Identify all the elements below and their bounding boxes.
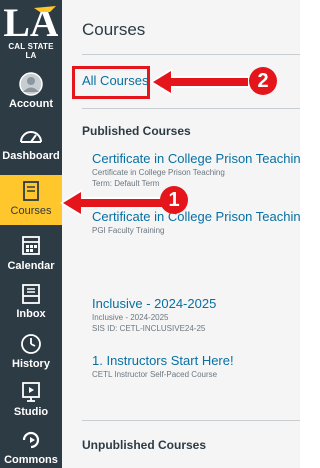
course-meta: PGI Faculty Training: [92, 226, 165, 235]
global-nav: LA CAL STATE LA Account Dashboard Course…: [0, 0, 62, 468]
all-courses-highlight-box: [72, 66, 150, 99]
tray-divider-mid: [82, 108, 300, 109]
nav-item-courses[interactable]: Courses: [0, 175, 62, 225]
course-item[interactable]: 1. Instructors Start Here! CETL Instruct…: [92, 353, 300, 380]
commons-share-icon: [22, 431, 40, 449]
history-clock-icon: [21, 334, 41, 354]
course-title[interactable]: Inclusive - 2024-2025: [92, 296, 300, 312]
annotation-arrow-2: [150, 68, 250, 96]
nav-item-dashboard[interactable]: Dashboard: [0, 120, 62, 166]
inbox-icon: [22, 284, 40, 304]
courses-book-icon: [23, 181, 39, 201]
dashboard-gauge-icon: [20, 131, 42, 143]
course-item[interactable]: Certificate in College Prison Teaching C…: [92, 151, 300, 189]
nav-label-inbox: Inbox: [16, 308, 46, 320]
logo-mark-icon: LA: [4, 2, 58, 42]
course-item[interactable]: Inclusive - 2024-2025 Inclusive - 2024-2…: [92, 296, 300, 334]
nav-item-studio[interactable]: Studio: [0, 376, 62, 422]
nav-item-account[interactable]: Account: [0, 68, 62, 114]
studio-icon: [22, 382, 40, 402]
course-meta: Certificate in College Prison Teaching: [92, 168, 225, 177]
nav-label-dashboard: Dashboard: [2, 150, 60, 162]
tray-divider-bottom: [82, 420, 300, 421]
calendar-icon: [22, 236, 40, 255]
course-meta: CETL Instructor Self-Paced Course: [92, 370, 218, 379]
nav-label-history: History: [12, 358, 50, 370]
nav-item-calendar[interactable]: Calendar: [0, 230, 62, 276]
nav-label-account: Account: [9, 98, 53, 110]
published-courses-heading: Published Courses: [82, 124, 191, 138]
tray-title: Courses: [82, 20, 146, 39]
annotation-arrow-1: [60, 189, 164, 217]
nav-label-commons: Commons: [4, 454, 58, 466]
unpublished-courses-heading: Unpublished Courses: [82, 438, 207, 452]
brand-name: CAL STATE LA: [8, 42, 54, 60]
account-avatar-icon: [19, 72, 43, 96]
nav-item-commons[interactable]: Commons: [0, 424, 62, 468]
annotation-badge-2: 2: [249, 67, 277, 95]
nav-label-courses: Courses: [10, 205, 52, 217]
tray-divider-top: [82, 54, 300, 55]
annotation-badge-1: 1: [160, 186, 188, 214]
course-meta: Inclusive - 2024-2025: [92, 313, 169, 322]
nav-item-inbox[interactable]: Inbox: [0, 278, 62, 324]
nav-label-studio: Studio: [13, 406, 49, 418]
cal-state-la-logo[interactable]: LA CAL STATE LA: [0, 0, 62, 60]
course-sis-id: SIS ID: CETL-INCLUSIVE24-25: [92, 324, 206, 333]
course-title[interactable]: Certificate in College Prison Teaching: [92, 151, 300, 167]
course-title[interactable]: 1. Instructors Start Here!: [92, 353, 300, 369]
nav-item-history[interactable]: History: [0, 328, 62, 374]
nav-label-calendar: Calendar: [7, 260, 55, 272]
